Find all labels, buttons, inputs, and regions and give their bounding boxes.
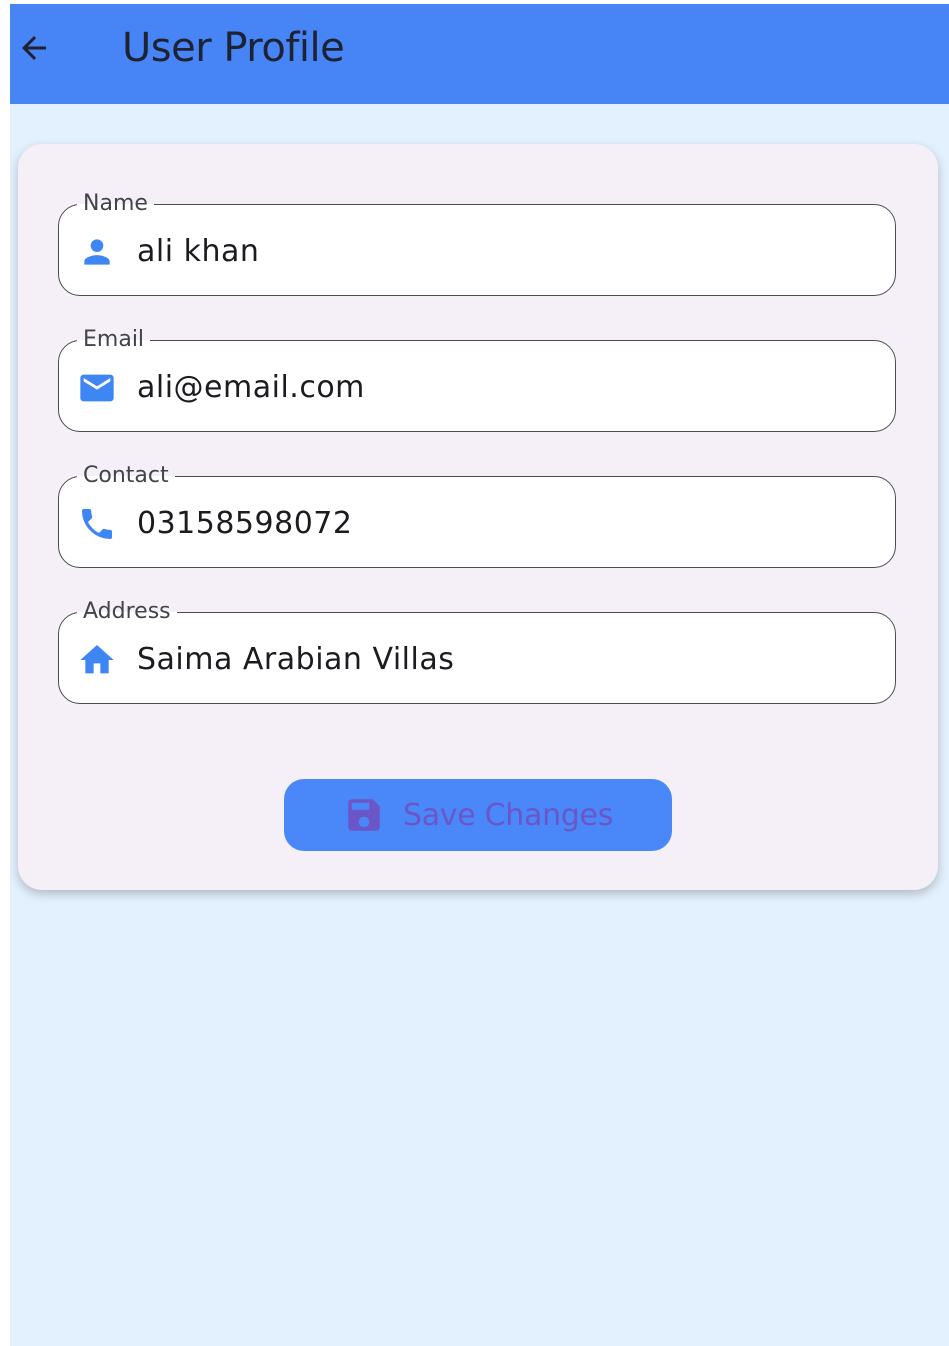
name-input[interactable] — [137, 229, 877, 273]
name-field-label: Name — [77, 190, 154, 218]
profile-screen: User Profile Name Email Contact Address — [10, 4, 949, 1346]
phone-icon — [77, 504, 117, 544]
back-button[interactable] — [12, 26, 56, 70]
app-bar: User Profile — [10, 4, 949, 104]
arrow-left-icon — [22, 36, 46, 60]
email-field[interactable]: Email — [58, 326, 896, 432]
save-icon — [343, 794, 385, 836]
person-icon — [77, 232, 117, 272]
name-field[interactable]: Name — [58, 190, 896, 296]
contact-field[interactable]: Contact — [58, 462, 896, 568]
save-changes-button[interactable]: Save Changes — [284, 779, 672, 851]
save-changes-label: Save Changes — [402, 797, 614, 833]
email-input[interactable] — [137, 365, 877, 409]
page-title: User Profile — [122, 25, 345, 71]
address-input[interactable] — [137, 637, 877, 681]
profile-card: Name Email Contact Address — [18, 144, 938, 890]
mail-icon — [77, 368, 117, 408]
address-field-label: Address — [77, 598, 177, 626]
contact-input[interactable] — [137, 501, 877, 545]
home-icon — [77, 640, 117, 680]
email-field-label: Email — [77, 326, 151, 354]
contact-field-label: Contact — [77, 462, 175, 490]
address-field[interactable]: Address — [58, 598, 896, 704]
